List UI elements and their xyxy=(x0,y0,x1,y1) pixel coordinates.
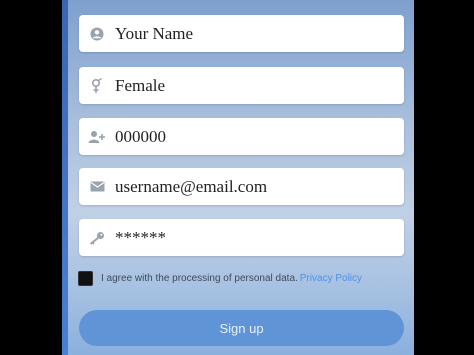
user-icon xyxy=(79,27,115,41)
email-value: username@email.com xyxy=(115,176,268,196)
consent-checkbox[interactable] xyxy=(78,271,93,286)
add-user-icon xyxy=(79,130,115,144)
consent-row: I agree with the processing of personal … xyxy=(78,271,362,286)
mail-icon xyxy=(79,181,115,192)
email-field[interactable]: username@email.com xyxy=(79,168,404,205)
gender-value: Female xyxy=(115,75,166,95)
age-field[interactable]: 000000 xyxy=(79,118,404,155)
password-value: ****** xyxy=(115,227,166,247)
name-value: Your Name xyxy=(115,23,194,43)
gender-icon xyxy=(79,77,115,94)
consent-text: I agree with the processing of personal … xyxy=(101,273,298,284)
signup-button[interactable]: Sign up xyxy=(79,310,404,346)
password-field[interactable]: ****** xyxy=(79,219,404,256)
privacy-policy-link[interactable]: Privacy Policy xyxy=(300,273,362,284)
age-value: 000000 xyxy=(115,126,166,146)
signup-form-panel: Your Name Female 000000 username@email.c… xyxy=(62,0,414,355)
gender-field[interactable]: Female xyxy=(79,67,404,104)
key-icon xyxy=(79,231,115,245)
name-field[interactable]: Your Name xyxy=(79,15,404,52)
